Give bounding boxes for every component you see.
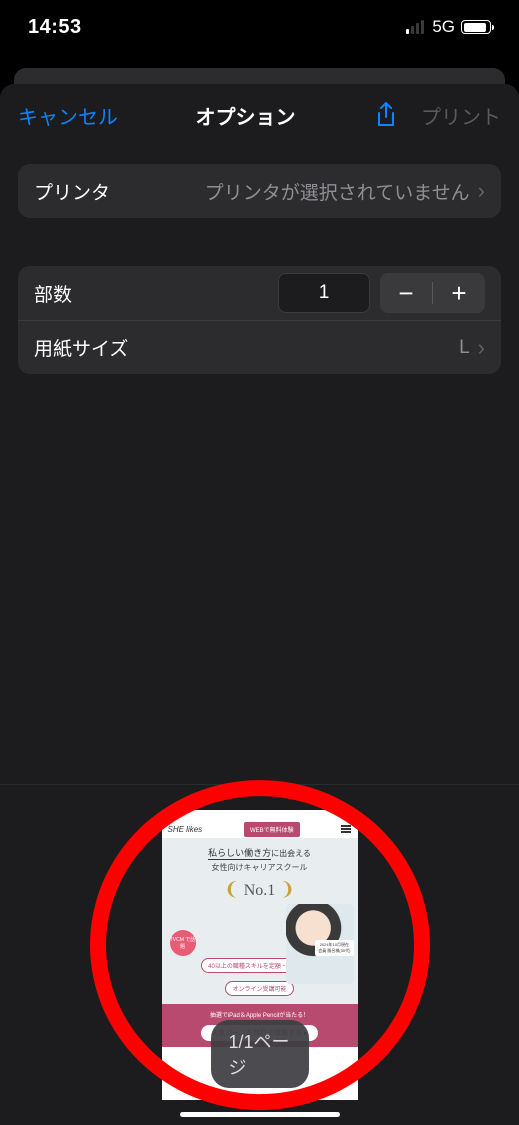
laurel-left-icon: ❨ xyxy=(224,879,239,899)
thumb-caption: 2024年10月現在 会員 勝呂様(30代) xyxy=(315,940,353,956)
copies-label: 部数 xyxy=(34,280,268,307)
home-indicator[interactable] xyxy=(180,1112,340,1117)
page-count-badge: 1/1ページ xyxy=(211,1020,309,1088)
thumb-hero-line2: 女性向けキャリアスクール xyxy=(168,862,352,873)
printer-row[interactable]: プリンタ プリンタが選択されていません › xyxy=(18,164,501,218)
decrement-button[interactable]: − xyxy=(380,273,432,313)
copies-value-box[interactable]: 1 xyxy=(278,273,370,313)
thumb-footer-line: 抽選でiPad＆Apple Pencilが当たる！ xyxy=(168,1010,352,1019)
copies-stepper: − + xyxy=(380,273,485,313)
nav-bar: キャンセル オプション プリント xyxy=(0,84,519,146)
thumb-pill-2: オンライン受講可能 xyxy=(225,981,293,996)
hamburger-icon xyxy=(341,825,351,833)
settings-group: 部数 1 − + 用紙サイズ L › xyxy=(18,266,501,374)
laurel-right-icon: ❩ xyxy=(280,879,295,899)
printer-group: プリンタ プリンタが選択されていません › xyxy=(18,164,501,218)
thumb-header: SHE likes WEBで無料体験 xyxy=(162,820,358,838)
status-right: 5G xyxy=(406,17,491,37)
battery-icon xyxy=(461,20,491,34)
page-thumbnail[interactable]: 14:42 ●●● SHE likes WEBで無料体験 私らしい働き方に出会え… xyxy=(162,810,358,1100)
chevron-right-icon: › xyxy=(478,337,485,359)
thumb-logo: SHE likes xyxy=(168,825,203,834)
background-sheet xyxy=(14,68,505,84)
thumb-no1-badge: ❨ No.1 ❩ xyxy=(224,879,295,900)
preview-area: 14:42 ●●● SHE likes WEBで無料体験 私らしい働き方に出会え… xyxy=(0,784,519,1125)
thumb-status-icons: ●●● xyxy=(341,812,352,818)
share-icon xyxy=(375,101,397,129)
printer-label: プリンタ xyxy=(34,178,110,205)
increment-button[interactable]: + xyxy=(433,273,485,313)
chevron-right-icon: › xyxy=(478,180,485,202)
no1-text: No.1 xyxy=(244,882,276,899)
copies-row: 部数 1 − + xyxy=(18,266,501,320)
print-button: プリント xyxy=(421,101,501,130)
paper-size-label: 用紙サイズ xyxy=(34,334,128,361)
thumb-time: 14:42 xyxy=(168,812,183,818)
thumb-hero: 私らしい働き方に出会える 女性向けキャリアスクール ❨ No.1 ❩ TVCM … xyxy=(162,838,358,1004)
network-label: 5G xyxy=(432,17,455,37)
paper-size-value: L xyxy=(128,337,469,359)
paper-size-row[interactable]: 用紙サイズ L › xyxy=(18,320,501,374)
status-bar: 14:53 5G xyxy=(0,0,519,54)
signal-icon xyxy=(406,20,424,34)
printer-value: プリンタが選択されていません xyxy=(110,178,470,205)
sheet-title: オプション xyxy=(118,101,373,130)
clock: 14:53 xyxy=(28,16,82,39)
share-button[interactable] xyxy=(373,101,399,129)
thumb-hero-line1: 私らしい働き方に出会える xyxy=(168,846,352,859)
thumb-cta-button: WEBで無料体験 xyxy=(244,822,300,837)
thumb-tvcm-badge: TVCM で話題 xyxy=(170,930,196,956)
print-options-sheet: キャンセル オプション プリント プリンタ プリンタが選択されていません › 部… xyxy=(0,84,519,1125)
cancel-button[interactable]: キャンセル xyxy=(18,101,118,130)
thumb-status-bar: 14:42 ●●● xyxy=(162,810,358,820)
